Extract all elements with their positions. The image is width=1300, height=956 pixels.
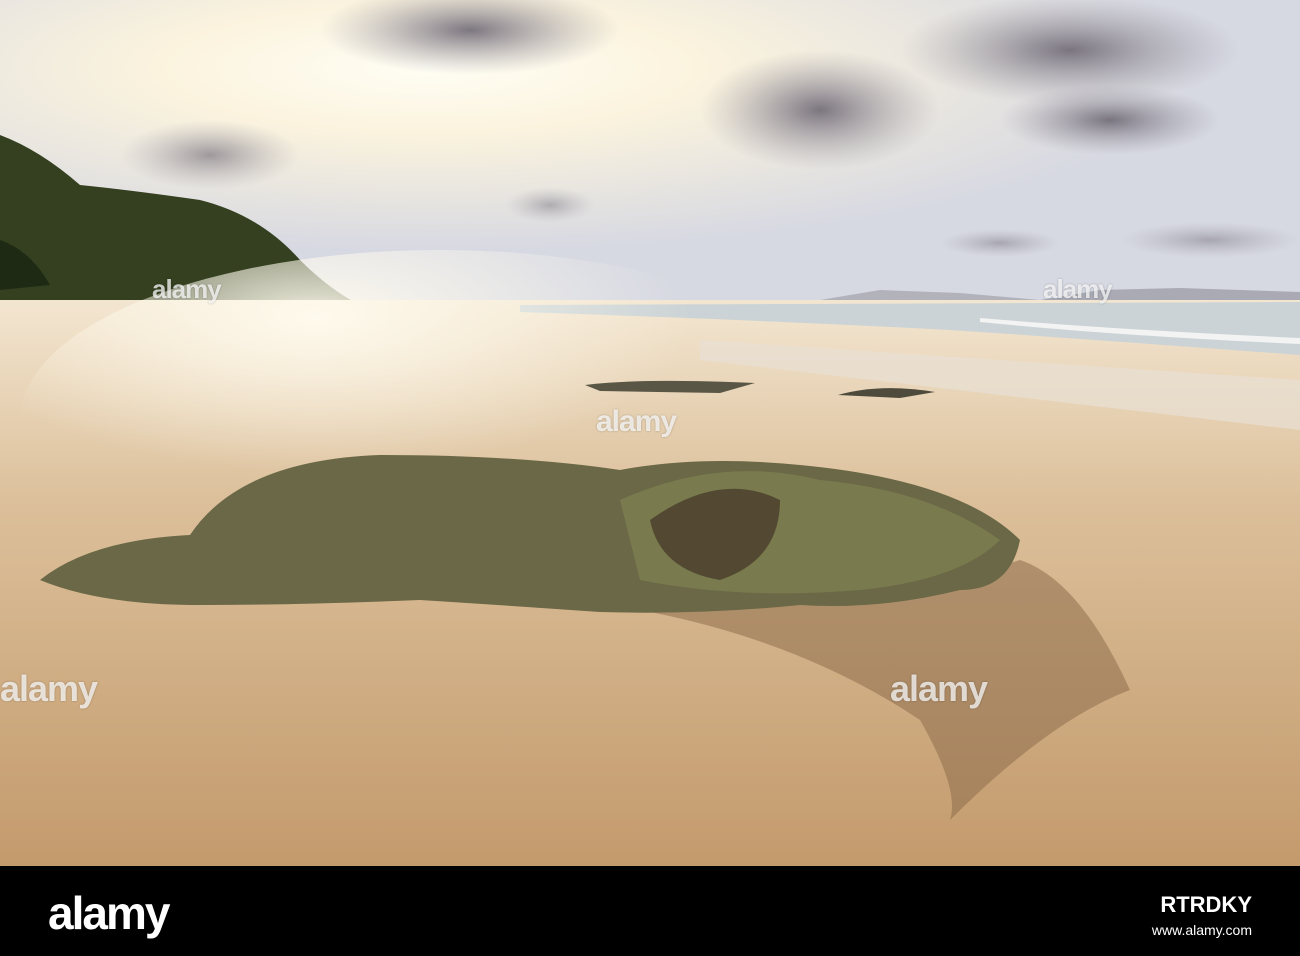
footer-bar: alamy RTRDKY www.alamy.com bbox=[0, 866, 1300, 956]
beach-photo: alamy alamy alamy alamy alamy bbox=[0, 0, 1300, 866]
alamy-logo: alamy bbox=[48, 887, 170, 939]
site-url: www.alamy.com bbox=[1151, 922, 1252, 938]
watermark: alamy bbox=[890, 668, 988, 709]
watermark: alamy bbox=[152, 274, 222, 304]
watermark: alamy bbox=[596, 405, 677, 438]
watermark: alamy bbox=[1043, 274, 1113, 304]
watermark: alamy bbox=[0, 668, 98, 709]
image-id: RTRDKY bbox=[1160, 892, 1252, 917]
